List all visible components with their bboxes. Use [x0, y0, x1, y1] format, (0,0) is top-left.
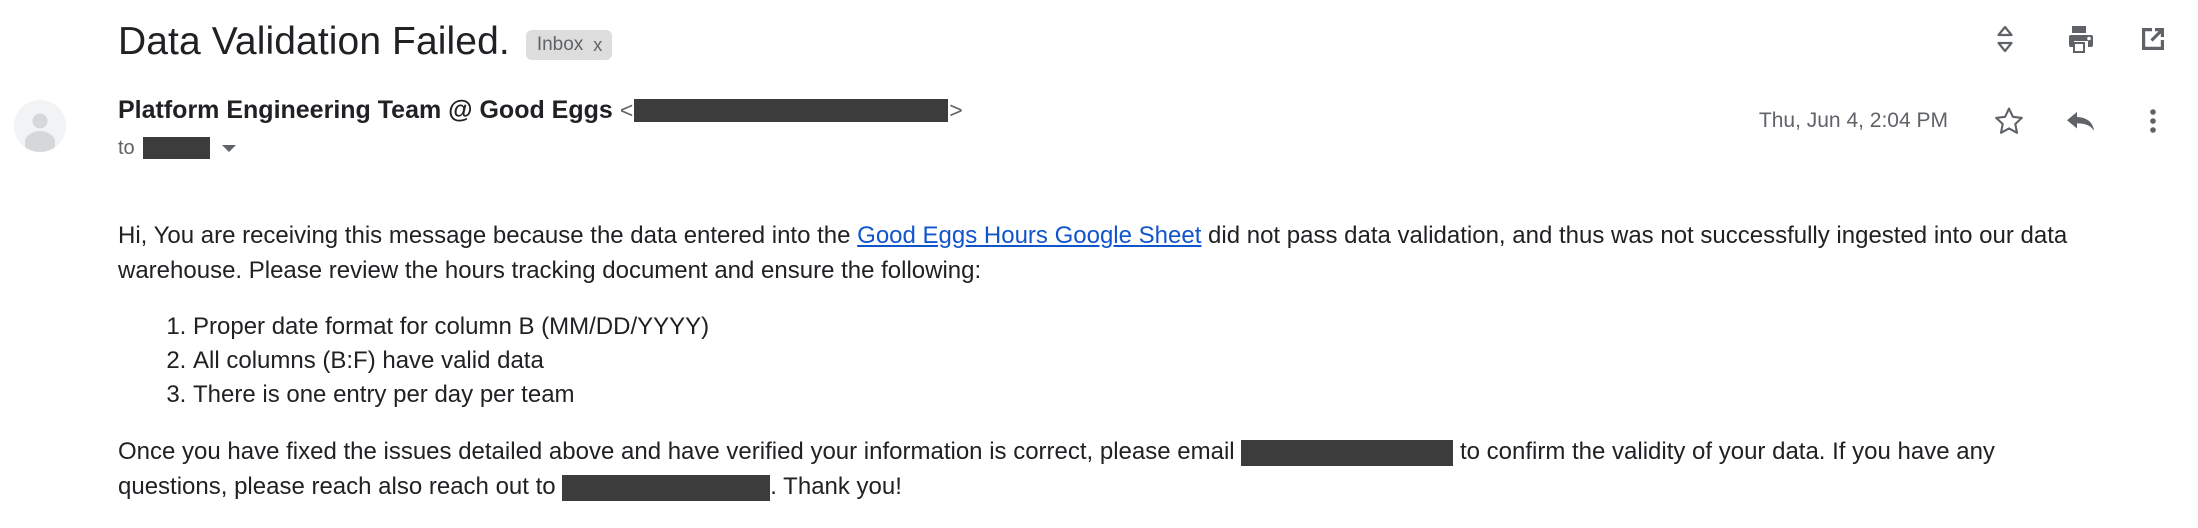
- chevron-down-icon[interactable]: [221, 144, 236, 152]
- email-subject-row: Data Validation Failed. Inbox x: [0, 0, 2198, 86]
- closing-text-part3: . Thank you!: [770, 473, 902, 500]
- open-in-new-icon[interactable]: [2136, 22, 2170, 56]
- body-intro-paragraph: Hi, You are receiving this message becau…: [118, 218, 2078, 288]
- list-item: Proper date format for column B (MM/DD/Y…: [193, 310, 2078, 344]
- print-icon[interactable]: [2062, 22, 2096, 56]
- timestamp: Thu, Jun 4, 2:04 PM: [1758, 109, 1948, 132]
- reply-icon[interactable]: [2064, 104, 2098, 138]
- sender-block: Platform Engineering Team @ Good Eggs < …: [118, 94, 963, 163]
- label-chip-label: Inbox: [536, 33, 584, 55]
- label-chip-inbox[interactable]: Inbox x: [525, 30, 613, 60]
- page-title: Data Validation Failed.: [118, 20, 510, 63]
- list-item: All columns (B:F) have valid data: [193, 344, 2078, 378]
- validation-checklist: Proper date format for column B (MM/DD/Y…: [118, 310, 2078, 412]
- header-actions: [1988, 22, 2170, 56]
- star-icon[interactable]: [1992, 104, 2026, 138]
- body-intro-before-link: Hi, You are receiving this message becau…: [118, 222, 858, 249]
- recipient-line[interactable]: to: [118, 133, 963, 163]
- sender-line: Platform Engineering Team @ Good Eggs < …: [118, 94, 963, 126]
- avatar[interactable]: [14, 100, 66, 152]
- to-label: to: [118, 137, 135, 159]
- recipient-address-redaction: [142, 137, 210, 159]
- google-sheet-link[interactable]: Good Eggs Hours Google Sheet: [857, 222, 1201, 249]
- body-closing-paragraph: Once you have fixed the issues detailed …: [118, 434, 2078, 504]
- expand-collapse-icon[interactable]: [1988, 22, 2022, 56]
- message-actions: Thu, Jun 4, 2:04 PM: [1759, 104, 2170, 138]
- sender-angle-open: <: [619, 97, 634, 123]
- list-item: There is one entry per day per team: [193, 378, 2078, 412]
- contact-email-redaction-secondary: [562, 474, 771, 501]
- subject-wrapper: Data Validation Failed. Inbox x: [118, 16, 613, 68]
- sender-angle-close: >: [949, 97, 963, 123]
- contact-email-redaction-primary: [1241, 439, 1454, 466]
- email-sender-row: Platform Engineering Team @ Good Eggs < …: [0, 88, 2198, 176]
- sender-name: Platform Engineering Team @ Good Eggs: [118, 96, 613, 124]
- closing-text-part1: Once you have fixed the issues detailed …: [118, 438, 1242, 465]
- more-vertical-icon[interactable]: [2136, 104, 2170, 138]
- sender-address-redaction: [634, 98, 949, 122]
- label-remove-icon[interactable]: x: [593, 36, 602, 54]
- email-body: Hi, You are receiving this message becau…: [118, 218, 2078, 504]
